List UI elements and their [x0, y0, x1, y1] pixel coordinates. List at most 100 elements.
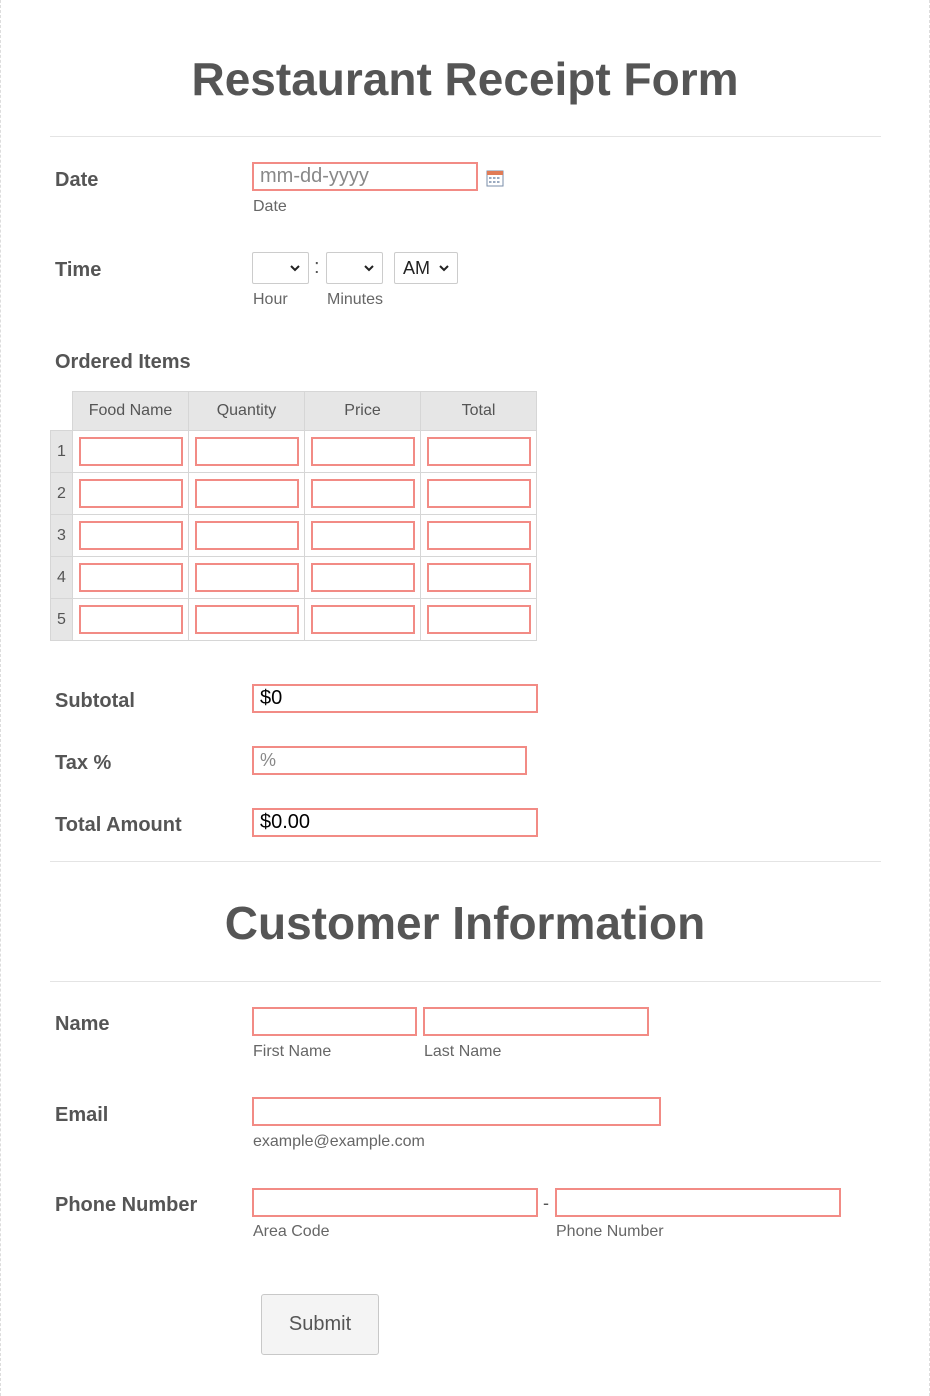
- table-cell: [420, 472, 537, 515]
- table-cell: [72, 598, 189, 641]
- tax-input[interactable]: [252, 746, 527, 775]
- ampm-select-value: AM: [403, 257, 430, 278]
- row-number: 5: [50, 598, 73, 641]
- price-input[interactable]: [310, 479, 415, 508]
- area-code-sublabel: Area Code: [253, 1223, 330, 1240]
- last-name-sublabel: Last Name: [424, 1043, 502, 1060]
- row-number: 2: [50, 472, 73, 515]
- customer-title-divider: [50, 981, 881, 982]
- price-input[interactable]: [310, 563, 415, 592]
- table-cell: [188, 514, 305, 557]
- table-cell: [420, 598, 537, 641]
- hour-sublabel: Hour: [253, 291, 288, 308]
- time-label: Time: [55, 259, 102, 281]
- date-sublabel: Date: [253, 198, 287, 215]
- table-cell: [188, 598, 305, 641]
- table-cell: [72, 514, 189, 557]
- subtotal-label: Subtotal: [55, 690, 135, 712]
- phone-number-sublabel: Phone Number: [556, 1223, 664, 1240]
- table-cell: [72, 472, 189, 515]
- table-cell: [420, 556, 537, 599]
- form-title: Restaurant Receipt Form: [191, 53, 739, 105]
- submit-button[interactable]: Submit: [261, 1294, 379, 1355]
- food-name-input[interactable]: [78, 563, 183, 592]
- column-header-total: Total: [420, 391, 537, 431]
- table-row: 3: [50, 514, 537, 557]
- table-row: 2: [50, 472, 537, 515]
- date-input[interactable]: [252, 162, 478, 191]
- first-name-sublabel: First Name: [253, 1043, 332, 1060]
- price-input[interactable]: [310, 521, 415, 550]
- table-cell: [72, 430, 189, 473]
- quantity-input[interactable]: [194, 479, 299, 508]
- table-cell: [72, 556, 189, 599]
- total-amount-input[interactable]: [252, 808, 538, 837]
- table-cell: [304, 430, 421, 473]
- food-name-input[interactable]: [78, 437, 183, 466]
- table-cell: [304, 556, 421, 599]
- chevron-down-icon: [439, 265, 449, 272]
- ordered-items-label: Ordered Items: [55, 351, 191, 373]
- total-input[interactable]: [426, 521, 531, 550]
- calendar-icon[interactable]: [486, 169, 504, 187]
- table-cell: [188, 556, 305, 599]
- quantity-input[interactable]: [194, 437, 299, 466]
- minutes-sublabel: Minutes: [327, 291, 384, 308]
- customer-section-title: Customer Information: [224, 897, 706, 949]
- food-name-input[interactable]: [78, 605, 183, 634]
- column-header-quantity: Quantity: [188, 391, 305, 431]
- chevron-down-icon: [364, 265, 374, 272]
- email-input[interactable]: [252, 1097, 661, 1126]
- row-number: 3: [50, 514, 73, 557]
- column-header-price: Price: [304, 391, 421, 431]
- total-input[interactable]: [426, 479, 531, 508]
- table-corner: [50, 391, 73, 431]
- total-input[interactable]: [426, 437, 531, 466]
- minutes-select[interactable]: [326, 252, 383, 284]
- food-name-input[interactable]: [78, 521, 183, 550]
- row-number: 4: [50, 556, 73, 599]
- page-edge-left: [0, 0, 1, 1396]
- price-input[interactable]: [310, 605, 415, 634]
- phone-label: Phone Number: [55, 1194, 198, 1216]
- table-cell: [304, 598, 421, 641]
- name-label: Name: [55, 1013, 110, 1035]
- table-header-row: Food Name Quantity Price Total: [50, 391, 537, 431]
- time-separator: :: [314, 256, 320, 278]
- tax-label: Tax %: [55, 752, 112, 774]
- price-input[interactable]: [310, 437, 415, 466]
- table-row: 5: [50, 598, 537, 641]
- title-divider: [50, 136, 881, 137]
- table-cell: [304, 472, 421, 515]
- date-label: Date: [55, 169, 99, 191]
- first-name-input[interactable]: [252, 1007, 417, 1036]
- ampm-select[interactable]: AM: [394, 252, 458, 284]
- quantity-input[interactable]: [194, 521, 299, 550]
- section-divider: [50, 861, 881, 862]
- table-row: 4: [50, 556, 537, 599]
- area-code-input[interactable]: [252, 1188, 538, 1217]
- hour-select[interactable]: [252, 252, 309, 284]
- ordered-items-table: Food Name Quantity Price Total 1 2 3 4 5: [50, 391, 537, 641]
- email-sublabel: example@example.com: [253, 1133, 425, 1150]
- table-cell: [188, 430, 305, 473]
- email-label: Email: [55, 1104, 109, 1126]
- subtotal-input[interactable]: [252, 684, 538, 713]
- total-input[interactable]: [426, 605, 531, 634]
- table-row: 1: [50, 430, 537, 473]
- quantity-input[interactable]: [194, 605, 299, 634]
- table-cell: [420, 430, 537, 473]
- column-header-food-name: Food Name: [72, 391, 189, 431]
- table-cell: [304, 514, 421, 557]
- phone-number-input[interactable]: [555, 1188, 841, 1217]
- table-cell: [420, 514, 537, 557]
- quantity-input[interactable]: [194, 563, 299, 592]
- table-cell: [188, 472, 305, 515]
- chevron-down-icon: [290, 265, 300, 272]
- total-input[interactable]: [426, 563, 531, 592]
- food-name-input[interactable]: [78, 479, 183, 508]
- total-amount-label: Total Amount: [55, 814, 182, 836]
- phone-separator: -: [543, 1193, 549, 1213]
- last-name-input[interactable]: [423, 1007, 649, 1036]
- row-number: 1: [50, 430, 73, 473]
